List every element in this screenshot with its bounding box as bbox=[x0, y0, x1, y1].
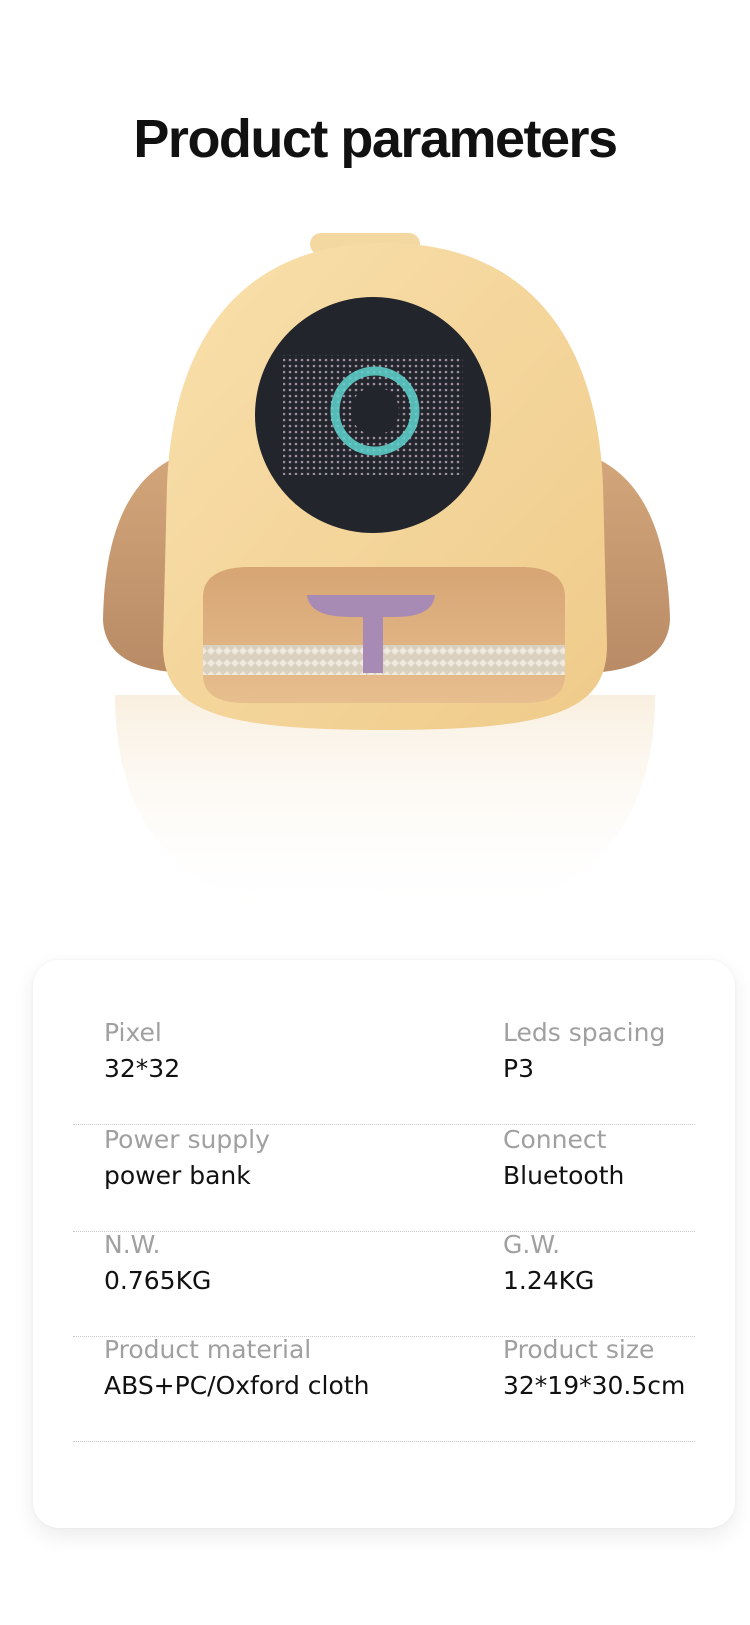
spec-label: Product size bbox=[503, 1335, 655, 1364]
spec-row: Product material ABS+PC/Oxford cloth Pro… bbox=[73, 1335, 695, 1442]
spec-value: Bluetooth bbox=[503, 1161, 625, 1190]
spec-row: Power supply power bank Connect Bluetoot… bbox=[73, 1125, 695, 1232]
spec-value: P3 bbox=[503, 1054, 534, 1083]
spec-row: N.W. 0.765KG G.W. 1.24KG bbox=[73, 1230, 695, 1337]
spec-item-product-size: Product size 32*19*30.5cm bbox=[503, 1335, 685, 1401]
spec-value: 32*19*30.5cm bbox=[503, 1371, 686, 1400]
spec-label: Pixel bbox=[104, 1018, 162, 1047]
spec-value: power bank bbox=[104, 1161, 251, 1190]
spec-item-gross-weight: G.W. 1.24KG bbox=[503, 1230, 594, 1296]
spec-value: 32*32 bbox=[104, 1054, 181, 1083]
front-pocket bbox=[203, 567, 565, 703]
spec-item-pixel: Pixel 32*32 bbox=[104, 1018, 180, 1084]
spec-item-power-supply: Power supply power bank bbox=[104, 1125, 270, 1191]
product-image bbox=[95, 225, 675, 1005]
spec-label: Leds spacing bbox=[503, 1018, 666, 1047]
spec-label: Product material bbox=[104, 1335, 312, 1364]
spec-label: N.W. bbox=[104, 1230, 161, 1259]
spec-card: Pixel 32*32 Leds spacing P3 Power supply… bbox=[33, 960, 735, 1528]
page-title: Product parameters bbox=[133, 109, 618, 169]
spec-item-product-material: Product material ABS+PC/Oxford cloth bbox=[104, 1335, 369, 1401]
spec-label: Connect bbox=[503, 1125, 607, 1154]
spec-label: Power supply bbox=[104, 1125, 270, 1154]
spec-item-net-weight: N.W. 0.765KG bbox=[104, 1230, 211, 1296]
spec-value: 1.24KG bbox=[503, 1266, 595, 1295]
spec-value: ABS+PC/Oxford cloth bbox=[104, 1371, 370, 1400]
spec-value: 0.765KG bbox=[104, 1266, 212, 1295]
spec-item-connect: Connect Bluetooth bbox=[503, 1125, 624, 1191]
spec-label: G.W. bbox=[503, 1230, 561, 1259]
spec-item-leds-spacing: Leds spacing P3 bbox=[503, 1018, 665, 1084]
spec-row: Pixel 32*32 Leds spacing P3 bbox=[73, 1018, 695, 1125]
